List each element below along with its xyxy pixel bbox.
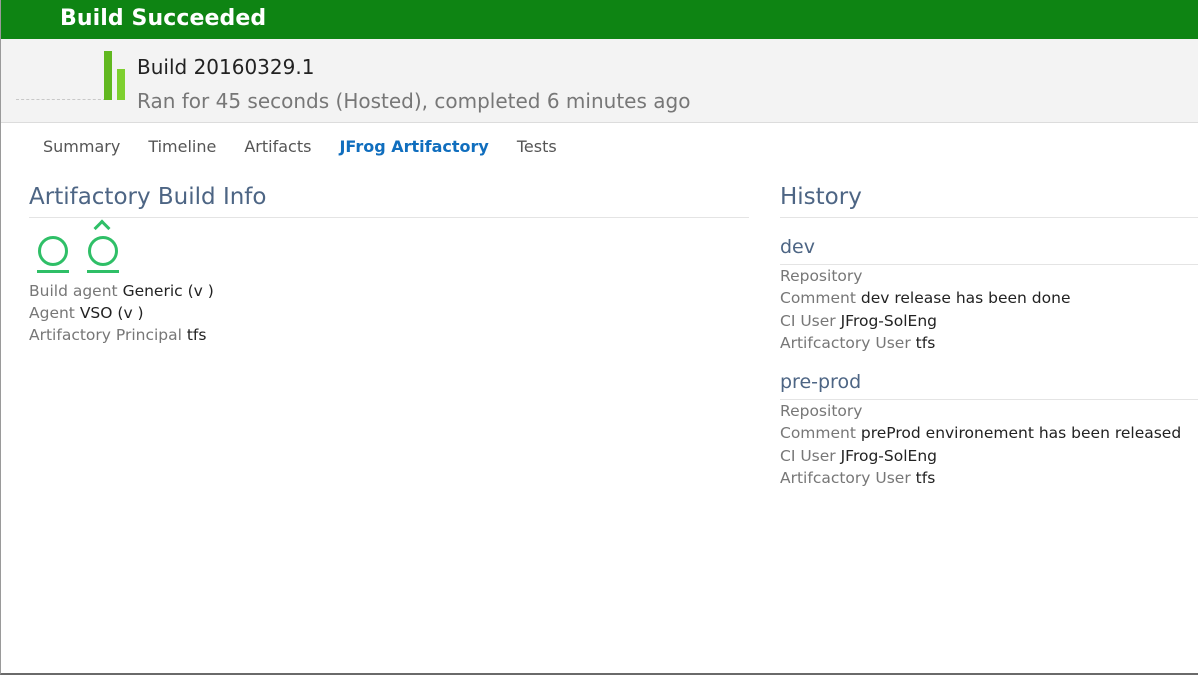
dev-ci-user-label: CI User: [780, 312, 836, 330]
history-title: History: [780, 184, 862, 210]
history-entry-dev-title: dev: [780, 236, 815, 258]
dev-ci-user-row: CI User JFrog-SolEng: [780, 312, 937, 330]
build-header: Build 20160329.1 Ran for 45 seconds (Hos…: [1, 39, 1198, 123]
history-divider: [780, 217, 1198, 218]
build-name[interactable]: Build 20160329.1: [137, 55, 314, 79]
artifactory-principal-label: Artifactory Principal: [29, 326, 182, 344]
preprod-ci-user-label: CI User: [780, 447, 836, 465]
preprod-comment-value: preProd environement has been released: [860, 424, 1182, 442]
history-entry-preprod-divider: [780, 399, 1198, 400]
history-entry-dev-divider: [780, 264, 1198, 265]
timeline-dash: [16, 99, 106, 100]
tab-jfrog-artifactory[interactable]: JFrog Artifactory: [339, 137, 488, 161]
build-info-divider: [29, 217, 749, 218]
dev-comment-row: Comment dev release has been done: [780, 289, 1070, 307]
preprod-artifactory-user-label: Artifcactory User: [780, 469, 911, 487]
dev-artifactory-user-row: Artifcactory User tfs: [780, 334, 935, 352]
artifactory-principal-row: Artifactory Principal tfs: [29, 326, 206, 344]
tab-artifacts[interactable]: Artifacts: [244, 137, 311, 161]
build-info-title: Artifactory Build Info: [29, 184, 267, 210]
build-duration-bar-icon: [104, 51, 112, 100]
preprod-ci-user-value: JFrog-SolEng: [840, 447, 937, 465]
preprod-repository-row: Repository: [780, 402, 862, 420]
agent-value: VSO (v ): [79, 304, 144, 322]
dev-comment-value: dev release has been done: [860, 289, 1071, 307]
tab-timeline[interactable]: Timeline: [148, 137, 216, 161]
preprod-repository-label: Repository: [780, 402, 863, 420]
build-status-title: Build Succeeded: [60, 6, 267, 31]
dev-artifactory-user-label: Artifcactory User: [780, 334, 911, 352]
build-agent-row: Build agent Generic (v ): [29, 282, 214, 300]
build-agent-value: Generic (v ): [122, 282, 214, 300]
build-tabs: Summary Timeline Artifacts JFrog Artifac…: [43, 137, 585, 161]
artifactory-principal-value: tfs: [186, 326, 207, 344]
history-entry-preprod-title: pre-prod: [780, 371, 862, 393]
dev-repository-row: Repository: [780, 267, 862, 285]
dev-comment-label: Comment: [780, 289, 856, 307]
agent-row: Agent VSO (v ): [29, 304, 144, 322]
agent-label: Agent: [29, 304, 75, 322]
preprod-ci-user-row: CI User JFrog-SolEng: [780, 447, 937, 465]
dev-ci-user-value: JFrog-SolEng: [840, 312, 937, 330]
tab-tests[interactable]: Tests: [517, 137, 557, 161]
dev-artifactory-user-value: tfs: [915, 334, 936, 352]
preprod-comment-row: Comment preProd environement has been re…: [780, 424, 1181, 442]
build-run-summary: Ran for 45 seconds (Hosted), completed 6…: [137, 89, 691, 113]
tab-summary[interactable]: Summary: [43, 137, 120, 161]
preprod-artifactory-user-row: Artifcactory User tfs: [780, 469, 935, 487]
build-agent-label: Build agent: [29, 282, 118, 300]
preprod-comment-label: Comment: [780, 424, 856, 442]
dev-repository-label: Repository: [780, 267, 863, 285]
build-status-banner: Build Succeeded: [1, 0, 1198, 39]
build-duration-bar-small-icon: [117, 69, 125, 100]
preprod-artifactory-user-value: tfs: [915, 469, 936, 487]
